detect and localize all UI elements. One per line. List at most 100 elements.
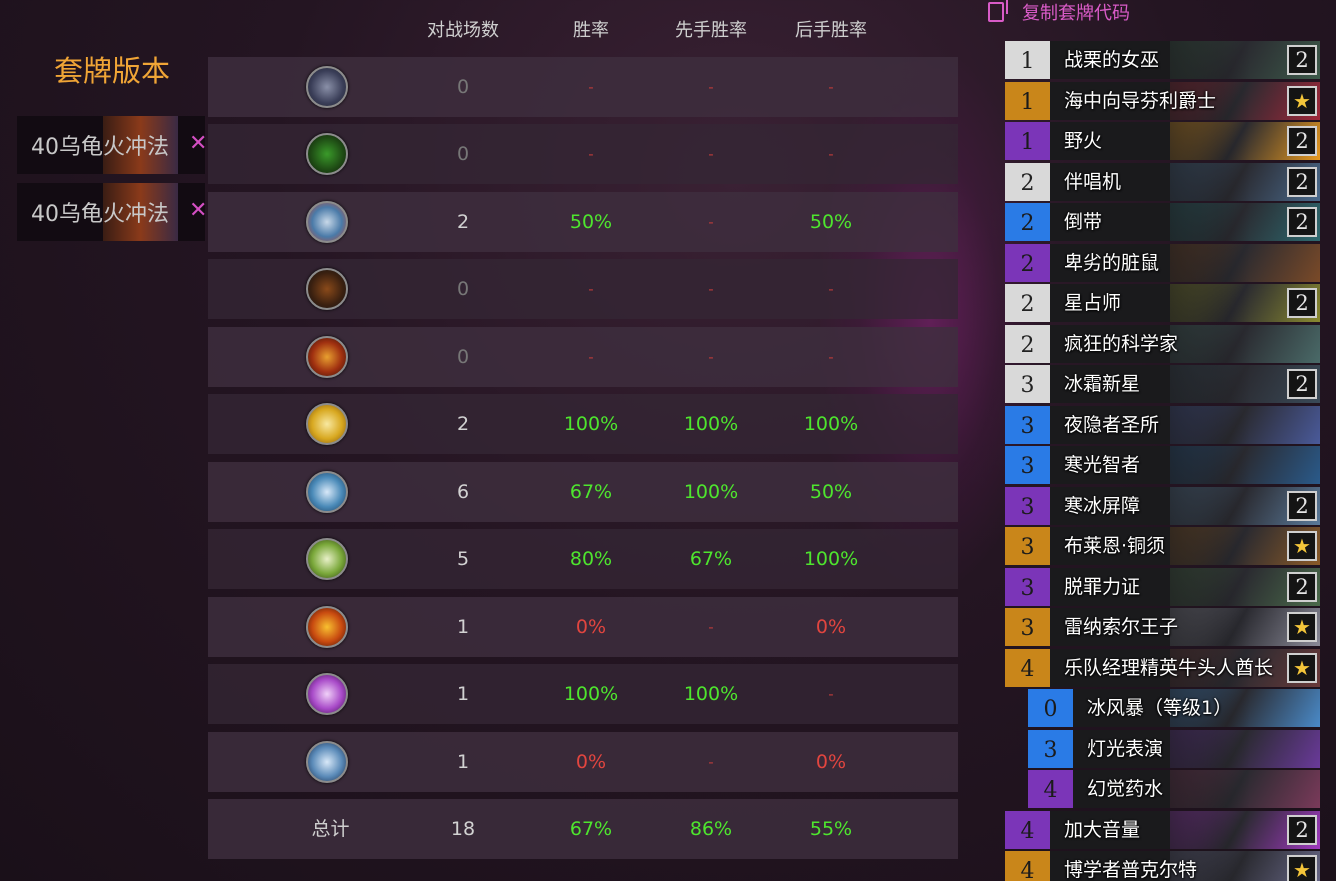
deck-card[interactable]: 3 冰霜新星 2	[1005, 365, 1320, 403]
stats-row: 6 67% 100% 50%	[208, 462, 958, 522]
total-games: 18	[450, 818, 476, 840]
card-cost: 4	[1005, 851, 1050, 881]
deck-version-item[interactable]: 40乌龟火冲法 ✕	[17, 116, 207, 174]
card-name: 冰风暴（等级1）	[1087, 697, 1233, 719]
second-winrate-value: 0%	[815, 616, 847, 638]
second-winrate-value: 100%	[803, 548, 859, 570]
card-name: 博学者普克尔特	[1064, 859, 1198, 881]
card-art-fade	[1140, 122, 1250, 160]
deck-card[interactable]: 1 野火 2	[1005, 122, 1320, 160]
hunter-icon	[306, 268, 348, 310]
deck-card[interactable]: 2 倒带 2	[1005, 203, 1320, 241]
winrate-value: -	[588, 280, 594, 298]
deck-card[interactable]: 3 寒冰屏障 2	[1005, 486, 1320, 525]
card-count: 2	[1287, 490, 1317, 521]
card-name: 海中向导芬利爵士	[1064, 89, 1217, 112]
card-cost: 3	[1005, 608, 1050, 646]
stats-total-row: 总计 18 67% 86% 55%	[208, 799, 958, 859]
games-count: 0	[456, 143, 470, 165]
card-sub-option[interactable]: 4 幻觉药水	[1028, 770, 1320, 808]
first-winrate-value: 67%	[689, 548, 733, 570]
winrate-value: 100%	[563, 683, 619, 705]
winrate-value: -	[588, 348, 594, 366]
card-count: 2	[1287, 369, 1317, 399]
shaman-icon	[306, 606, 348, 648]
card-name: 脱罪力证	[1064, 575, 1141, 598]
first-winrate-value: -	[708, 145, 714, 163]
card-art-fade	[1140, 365, 1250, 403]
copy-icon	[988, 0, 1008, 22]
winrate-value: 80%	[569, 548, 613, 570]
first-winrate-value: -	[708, 78, 714, 96]
games-count: 1	[456, 683, 470, 705]
druid-icon	[306, 133, 348, 175]
deck-card[interactable]: 3 雷纳索尔王子 ★	[1005, 608, 1320, 646]
winrate-value: -	[588, 78, 594, 96]
deck-card[interactable]: 4 博学者普克尔特 ★	[1005, 851, 1320, 881]
second-winrate-value: 100%	[803, 413, 859, 435]
card-cost: 1	[1005, 41, 1050, 79]
copy-deck-code-button[interactable]: 复制套牌代码	[988, 0, 1130, 24]
winrate-value: 0%	[575, 751, 607, 773]
second-winrate-value: 50%	[809, 481, 853, 503]
games-count: 0	[456, 76, 470, 98]
games-count: 2	[456, 413, 470, 435]
first-winrate-value: 100%	[683, 481, 739, 503]
card-sub-option[interactable]: 0 冰风暴（等级1）	[1028, 689, 1320, 727]
card-art-fade	[1140, 567, 1250, 606]
second-winrate-value: 50%	[809, 211, 853, 233]
deck-card[interactable]: 3 脱罪力证 2	[1005, 567, 1320, 606]
card-art-fade	[1140, 446, 1250, 484]
paladin-icon	[306, 403, 348, 445]
card-name: 倒带	[1064, 211, 1103, 233]
card-art-fade	[1140, 486, 1250, 525]
deck-card[interactable]: 1 海中向导芬利爵士 ★	[1005, 81, 1320, 120]
card-count: 2	[1287, 571, 1317, 602]
header-first-winrate: 先手胜率	[675, 20, 747, 41]
deck-card[interactable]: 4 乐队经理精英牛头人酋长 ★	[1005, 648, 1320, 687]
deck-card[interactable]: 1 战栗的女巫 2	[1005, 41, 1320, 79]
stats-row: 0 - - -	[208, 124, 958, 184]
card-cost: 3	[1005, 405, 1050, 444]
deck-card[interactable]: 2 星占师 2	[1005, 284, 1320, 322]
close-icon[interactable]: ✕	[189, 198, 207, 224]
card-sub-option[interactable]: 3 灯光表演	[1028, 729, 1320, 768]
card-name: 夜隐者圣所	[1064, 413, 1160, 436]
copy-deck-code-label: 复制套牌代码	[1022, 3, 1130, 24]
deck-version-item[interactable]: 40乌龟火冲法 ✕	[17, 183, 207, 241]
first-winrate-value: -	[708, 280, 714, 298]
first-winrate-value: -	[708, 618, 714, 636]
deck-card[interactable]: 2 疯狂的科学家	[1005, 324, 1320, 363]
games-count: 2	[456, 211, 470, 233]
priest-icon	[306, 471, 348, 513]
deck-card[interactable]: 2 伴唱机 2	[1005, 162, 1320, 201]
card-name: 野火	[1064, 130, 1103, 152]
legendary-star-icon: ★	[1287, 652, 1317, 683]
games-count: 5	[456, 548, 470, 570]
card-name: 加大音量	[1064, 818, 1141, 841]
stats-row: 0 - - -	[208, 57, 958, 117]
second-winrate-value: 0%	[815, 751, 847, 773]
deck-card[interactable]: 3 夜隐者圣所	[1005, 405, 1320, 444]
death-knight-icon	[306, 201, 348, 243]
card-cost: 2	[1005, 324, 1050, 363]
stats-row: 2 100% 100% 100%	[208, 394, 958, 454]
first-winrate-value: -	[708, 753, 714, 771]
total-first-winrate: 86%	[689, 818, 733, 840]
version-panel-title: 套牌版本	[53, 54, 170, 88]
first-winrate-value: 100%	[683, 683, 739, 705]
second-winrate-value: -	[828, 145, 834, 163]
card-count: 2	[1287, 126, 1317, 156]
warrior-icon	[306, 741, 348, 783]
deck-card[interactable]: 3 布莱恩·铜须 ★	[1005, 527, 1320, 565]
card-name: 布莱恩·铜须	[1064, 535, 1166, 557]
deck-card[interactable]: 3 寒光智者	[1005, 446, 1320, 484]
card-cost: 4	[1005, 810, 1050, 849]
deck-version-name: 40乌龟火冲法	[31, 135, 169, 160]
stats-row: 1 0% - 0%	[208, 597, 958, 657]
stats-row: 0 - - -	[208, 327, 958, 387]
deck-card[interactable]: 4 加大音量 2	[1005, 810, 1320, 849]
card-name: 寒光智者	[1064, 454, 1141, 476]
deck-card[interactable]: 2 卑劣的脏鼠	[1005, 243, 1320, 282]
close-icon[interactable]: ✕	[189, 131, 207, 157]
